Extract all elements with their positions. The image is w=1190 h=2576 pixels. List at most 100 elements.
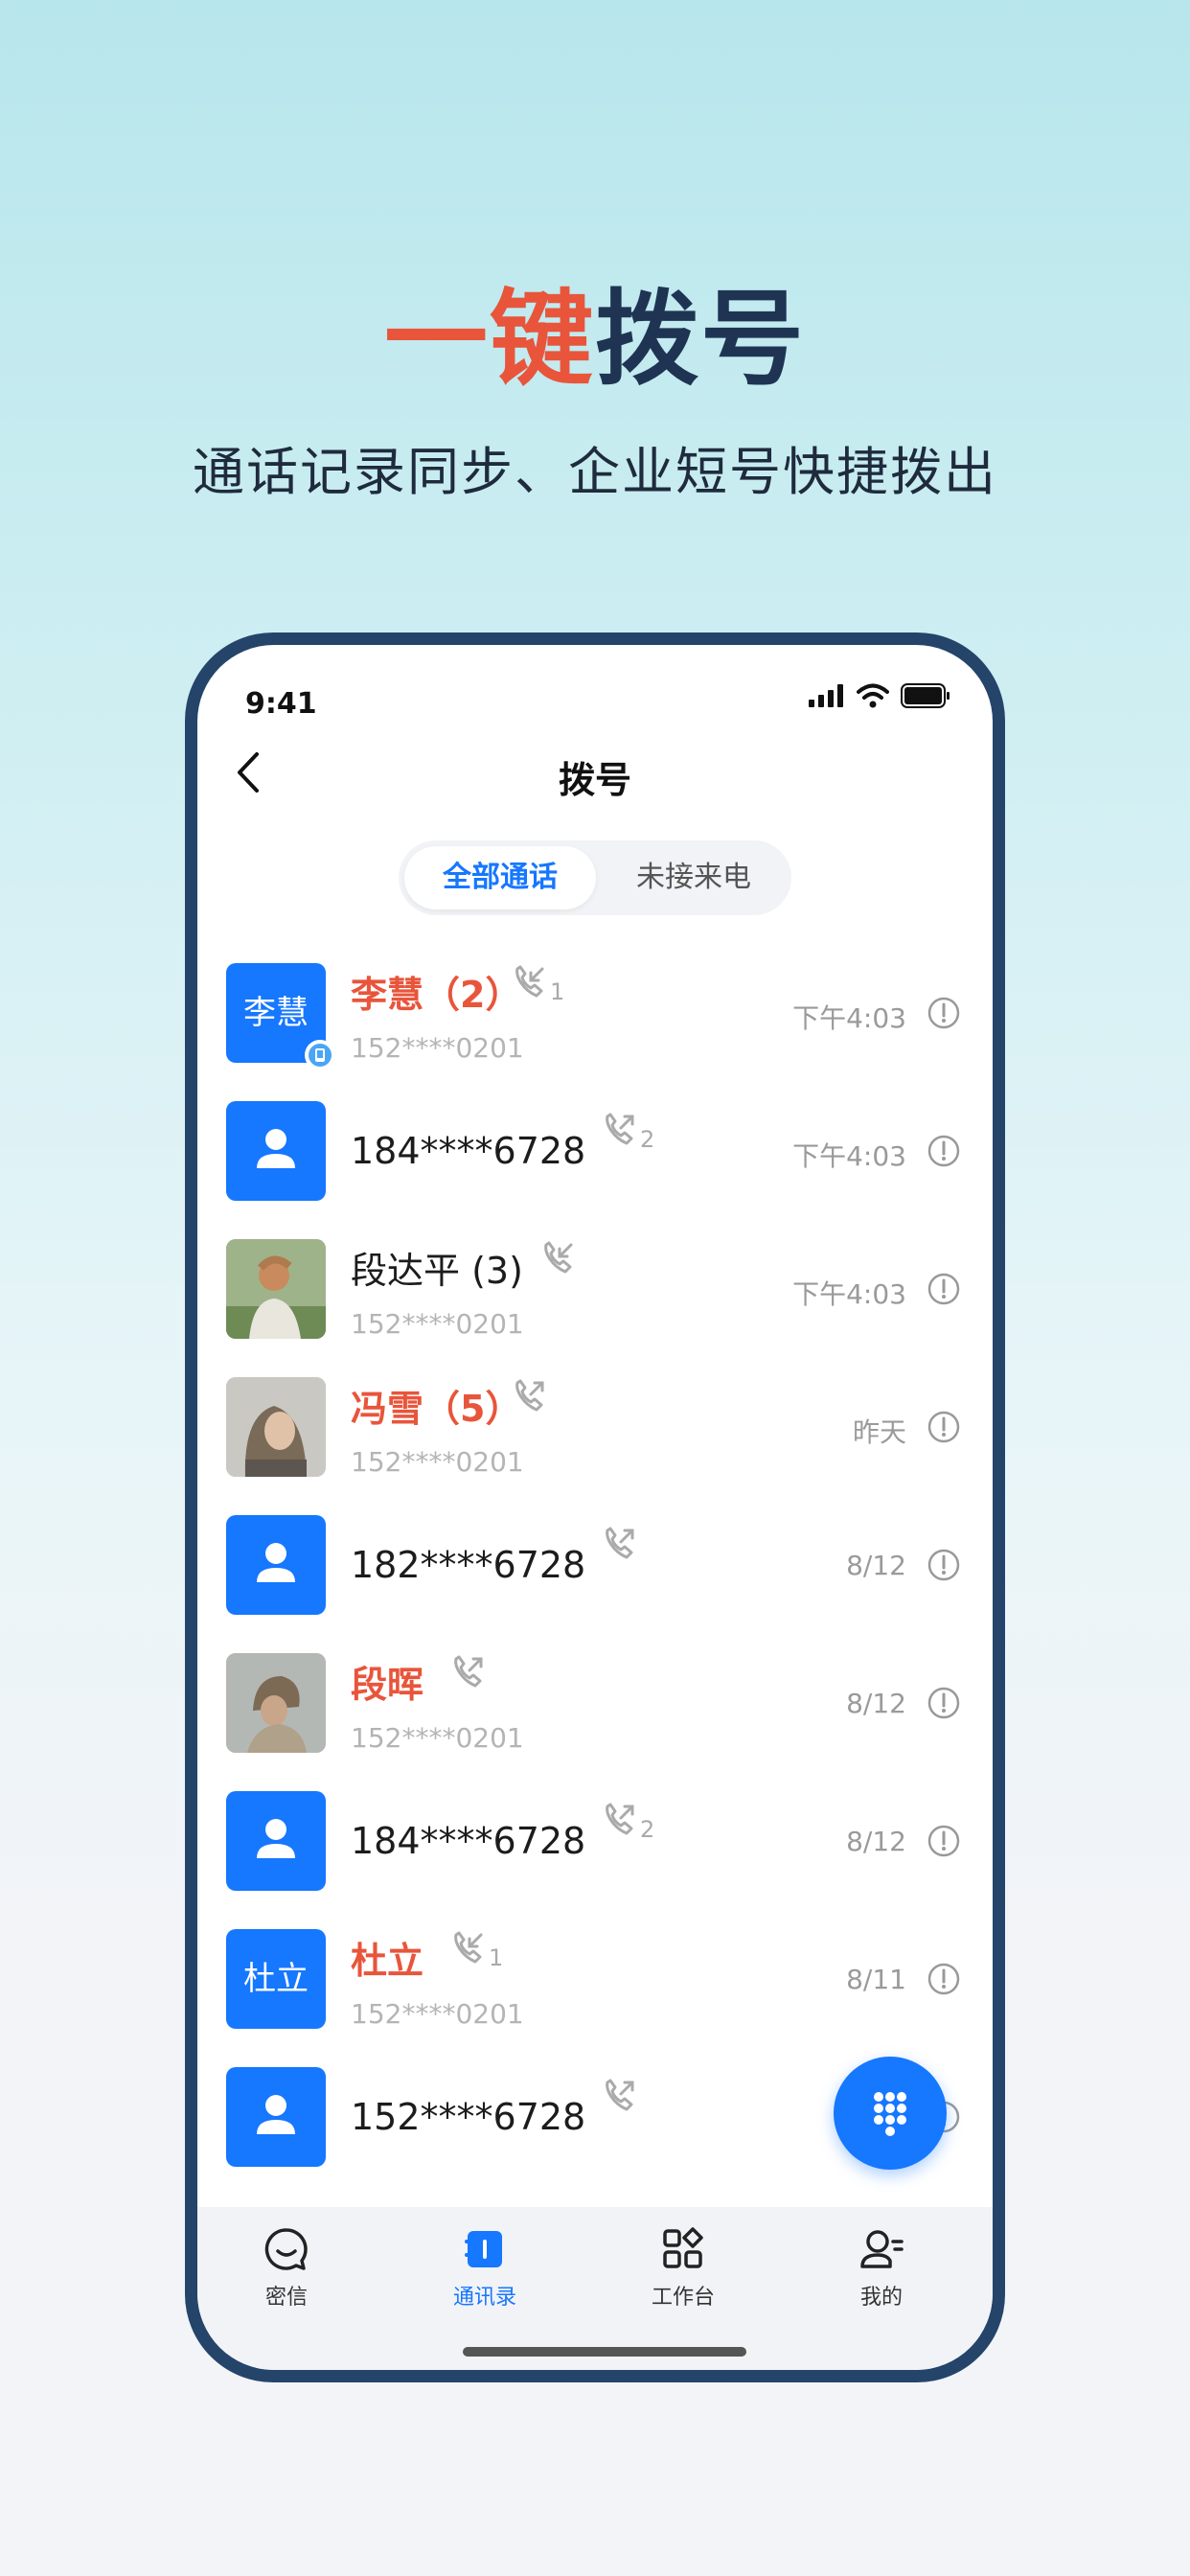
tab-label: 我的 bbox=[859, 2286, 903, 2310]
avatar-photo bbox=[226, 1653, 326, 1753]
call-type bbox=[538, 1239, 577, 1281]
profile-icon bbox=[860, 2230, 904, 2268]
call-type: 1 bbox=[510, 963, 564, 1005]
call-time: 下午4:03 bbox=[792, 1140, 906, 1172]
hero-title-accent: 一键 bbox=[383, 280, 595, 400]
call-row[interactable]: 184****6728 2 8/12 bbox=[197, 1772, 993, 1910]
person-photo-icon bbox=[226, 1653, 326, 1753]
avatar-photo bbox=[226, 1239, 326, 1339]
contact-name: 184****6728 bbox=[351, 1820, 586, 1862]
call-type: 2 bbox=[600, 1111, 654, 1153]
call-type: 1 bbox=[448, 1929, 503, 1971]
call-count: 1 bbox=[489, 1944, 504, 1971]
outgoing-call-icon bbox=[454, 1655, 483, 1688]
tab-all-calls[interactable]: 全部通话 bbox=[404, 846, 596, 909]
phone-number: 152****0201 bbox=[351, 1722, 524, 1754]
call-time: 8/11 bbox=[846, 1964, 906, 1995]
avatar bbox=[226, 1791, 326, 1891]
outgoing-call-icon bbox=[606, 1803, 634, 1835]
outgoing-call-icon bbox=[515, 1379, 544, 1412]
info-icon[interactable] bbox=[927, 1687, 960, 1719]
contact-name: 152****6728 bbox=[351, 2096, 586, 2138]
call-count: 2 bbox=[640, 1126, 655, 1153]
call-time: 昨天 bbox=[852, 1416, 906, 1448]
avatar bbox=[226, 2067, 326, 2167]
hero-subtitle: 通话记录同步、企业短号快捷拨出 bbox=[193, 442, 997, 502]
call-row[interactable]: 段晖 152****0201 8/12 bbox=[197, 1634, 993, 1772]
call-time: 8/12 bbox=[846, 1826, 906, 1857]
call-type: 2 bbox=[600, 1801, 654, 1843]
phone-frame: 9:41 拨号 全部通话 未接来电 李慧 李慧（2） 1 152****0201… bbox=[185, 632, 1005, 2382]
tab-contacts[interactable]: 通讯录 bbox=[418, 2226, 552, 2311]
info-icon[interactable] bbox=[927, 1549, 960, 1581]
incoming-call-icon bbox=[544, 1241, 573, 1274]
user-icon bbox=[257, 1543, 295, 1582]
info-icon[interactable] bbox=[927, 1135, 960, 1167]
phone-number: 152****0201 bbox=[351, 1446, 524, 1478]
contact-name: 182****6728 bbox=[351, 1544, 586, 1586]
info-icon[interactable] bbox=[927, 1825, 960, 1857]
sim-badge bbox=[305, 1040, 335, 1070]
tab-mine[interactable]: 我的 bbox=[814, 2226, 949, 2311]
dialpad-button[interactable] bbox=[834, 2057, 947, 2170]
avatar: 杜立 bbox=[226, 1929, 326, 2029]
status-time: 9:41 bbox=[245, 687, 317, 721]
person-photo-icon bbox=[226, 1239, 326, 1339]
info-icon[interactable] bbox=[927, 1273, 960, 1305]
call-filter-segment: 全部通话 未接来电 bbox=[399, 840, 791, 915]
apps-grid-icon bbox=[663, 2227, 703, 2268]
call-row[interactable]: 184****6728 2 下午4:03 bbox=[197, 1082, 993, 1220]
status-icons bbox=[809, 683, 950, 708]
call-count: 2 bbox=[640, 1816, 655, 1843]
call-row[interactable]: 182****6728 8/12 bbox=[197, 1496, 993, 1634]
incoming-call-icon bbox=[454, 1931, 483, 1964]
call-time: 下午4:03 bbox=[792, 1278, 906, 1310]
tab-label: 通讯录 bbox=[452, 2286, 516, 2310]
wifi-icon bbox=[857, 683, 889, 708]
call-type bbox=[510, 1377, 548, 1419]
dialpad-icon bbox=[874, 2092, 906, 2136]
tab-label: 密信 bbox=[264, 2286, 308, 2310]
chat-bubble-icon bbox=[264, 2228, 308, 2270]
phone-device-icon bbox=[315, 1048, 325, 1062]
info-icon[interactable] bbox=[927, 1963, 960, 1995]
contact-name: 杜立 bbox=[351, 1940, 424, 1982]
avatar bbox=[226, 1515, 326, 1615]
battery-icon bbox=[901, 683, 950, 708]
call-row[interactable]: 李慧 李慧（2） 1 152****0201 下午4:03 bbox=[197, 944, 993, 1082]
phone-number: 152****0201 bbox=[351, 1998, 524, 2030]
incoming-call-icon bbox=[515, 965, 544, 998]
call-type bbox=[448, 1653, 487, 1695]
call-row[interactable]: 冯雪（5） 152****0201 昨天 bbox=[197, 1358, 993, 1496]
call-time: 8/12 bbox=[846, 1688, 906, 1719]
avatar-photo bbox=[226, 1377, 326, 1477]
outgoing-call-icon bbox=[606, 1527, 634, 1559]
signal-icon bbox=[809, 684, 843, 707]
call-time: 8/12 bbox=[846, 1550, 906, 1581]
hero-title-dark: 拨号 bbox=[595, 280, 807, 400]
user-icon bbox=[257, 1129, 295, 1168]
info-icon[interactable] bbox=[927, 1411, 960, 1443]
call-type bbox=[600, 1525, 638, 1567]
contact-name: 段晖 bbox=[351, 1664, 424, 1706]
phone-screen: 9:41 拨号 全部通话 未接来电 李慧 李慧（2） 1 152****0201… bbox=[197, 645, 993, 2370]
user-icon bbox=[257, 1819, 295, 1858]
call-row[interactable]: 段达平 (3) 152****0201 下午4:03 bbox=[197, 1220, 993, 1358]
tab-missed-calls[interactable]: 未接来电 bbox=[600, 846, 788, 909]
contact-name: 184****6728 bbox=[351, 1130, 586, 1172]
call-type bbox=[600, 2077, 638, 2119]
home-indicator bbox=[463, 2347, 746, 2357]
contact-name: 冯雪（5） bbox=[351, 1388, 522, 1430]
tab-workbench[interactable]: 工作台 bbox=[616, 2226, 750, 2311]
tab-messages[interactable]: 密信 bbox=[219, 2226, 354, 2311]
person-photo-icon bbox=[226, 1377, 326, 1477]
outgoing-call-icon bbox=[606, 1113, 634, 1145]
avatar bbox=[226, 1101, 326, 1201]
info-icon[interactable] bbox=[927, 997, 960, 1029]
hero-title: 一键拨号 bbox=[0, 278, 1190, 402]
bottom-tab-bar: 密信 通讯录 工作台 我的 bbox=[197, 2207, 993, 2370]
call-row[interactable]: 杜立 杜立 1 152****0201 8/11 bbox=[197, 1910, 993, 2048]
user-icon bbox=[257, 2095, 295, 2134]
call-count: 1 bbox=[550, 978, 565, 1005]
phone-number: 152****0201 bbox=[351, 1032, 524, 1064]
